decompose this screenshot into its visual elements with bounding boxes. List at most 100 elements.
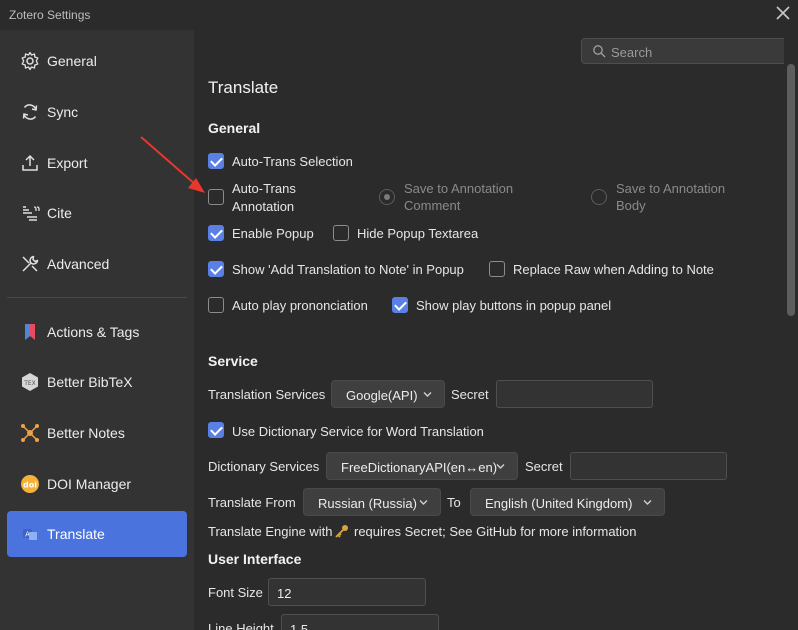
- dict-secret-label: Secret: [525, 459, 563, 474]
- chevron-down-icon: [423, 392, 432, 397]
- save-comment-label-line1: Save to Annotation: [404, 181, 514, 196]
- chevron-down-icon: [496, 464, 505, 469]
- dictionary-services-select[interactable]: FreeDictionaryAPI(en↔en): [326, 452, 518, 480]
- sidebar-item-label: Export: [47, 155, 88, 171]
- sidebar-item-general[interactable]: General: [7, 38, 187, 84]
- sidebar-item-translate[interactable]: A Translate: [7, 511, 187, 557]
- use-dictionary-checkbox[interactable]: [208, 422, 224, 438]
- save-comment-label-line2: Comment: [404, 198, 461, 213]
- key-icon: [335, 525, 348, 538]
- save-body-label-line1: Save to Annotation: [616, 181, 726, 196]
- export-icon: [22, 154, 38, 171]
- auto-trans-annotation-label-line1: Auto-Trans: [232, 181, 296, 196]
- engine-note-part2: requires Secret; See GitHub for more inf…: [354, 524, 637, 539]
- sidebar-item-label: Translate: [47, 526, 105, 542]
- font-size-input[interactable]: 12: [268, 578, 426, 606]
- window-title: Zotero Settings: [9, 8, 91, 22]
- translation-services-label: Translation Services: [208, 387, 326, 402]
- cite-icon: [23, 206, 40, 221]
- gear-icon: [21, 51, 39, 71]
- font-size-label: Font Size: [208, 585, 263, 600]
- sidebar-item-label: Better Notes: [47, 425, 125, 441]
- dictionary-services-label: Dictionary Services: [208, 459, 320, 474]
- sidebar-item-cite[interactable]: Cite: [7, 190, 187, 236]
- auto-trans-selection-label: Auto-Trans Selection: [232, 154, 353, 169]
- replace-raw-checkbox[interactable]: [489, 261, 505, 277]
- title-bar: Zotero Settings: [0, 0, 798, 30]
- dictionary-services-value: FreeDictionaryAPI(en↔en): [341, 460, 498, 475]
- sidebar-item-label: Better BibTeX: [47, 374, 133, 390]
- font-size-value: 12: [277, 586, 292, 601]
- scrollbar-thumb[interactable]: [787, 64, 795, 316]
- svg-text:doi: doi: [23, 481, 37, 490]
- sidebar-item-export[interactable]: Export: [7, 140, 187, 186]
- search-input[interactable]: Search: [581, 38, 789, 64]
- show-play-buttons-label: Show play buttons in popup panel: [416, 298, 612, 313]
- wrench-icon: [22, 255, 39, 272]
- translate-from-value: Russian (Russia): [318, 496, 417, 511]
- sync-icon: [22, 104, 38, 120]
- replace-raw-label: Replace Raw when Adding to Note: [513, 262, 714, 277]
- section-heading-service: Service: [208, 353, 258, 369]
- sidebar-item-label: Actions & Tags: [47, 324, 140, 340]
- bibtex-icon: TEX: [22, 373, 38, 391]
- close-icon[interactable]: [774, 4, 792, 22]
- line-height-input[interactable]: 1.5: [281, 614, 439, 630]
- search-icon: [593, 45, 606, 58]
- show-add-translation-label: Show 'Add Translation to Note' in Popup: [232, 262, 464, 277]
- translation-services-select[interactable]: Google(API): [331, 380, 445, 408]
- sidebar-item-label: Advanced: [47, 256, 110, 272]
- sidebar-item-better-bibtex[interactable]: TEX Better BibTeX: [7, 359, 187, 405]
- sidebar-item-better-notes[interactable]: Better Notes: [7, 410, 187, 456]
- chevron-down-icon: [419, 500, 428, 505]
- sidebar-item-sync[interactable]: Sync: [7, 89, 187, 135]
- show-play-buttons-checkbox[interactable]: [392, 297, 408, 313]
- translate-to-value: English (United Kingdom): [485, 496, 633, 511]
- sidebar-item-label: Cite: [47, 205, 72, 221]
- save-body-radio[interactable]: [591, 189, 607, 205]
- auto-trans-annotation-label-line2: Annotation: [232, 199, 295, 214]
- sidebar-item-actions-tags[interactable]: Actions & Tags: [7, 309, 187, 355]
- secret-input[interactable]: [496, 380, 653, 408]
- enable-popup-checkbox[interactable]: [208, 225, 224, 241]
- line-height-label: Line Height: [208, 621, 274, 630]
- sidebar-divider: [7, 297, 187, 298]
- auto-play-checkbox[interactable]: [208, 297, 224, 313]
- enable-popup-label: Enable Popup: [232, 226, 314, 241]
- save-comment-radio[interactable]: [379, 189, 395, 205]
- section-heading-user-interface: User Interface: [208, 551, 302, 567]
- line-height-value: 1.5: [290, 622, 309, 630]
- section-heading-general: General: [208, 120, 261, 136]
- sidebar-item-label: Sync: [47, 104, 79, 120]
- sidebar: General Sync Export Cite Advanced Action…: [0, 30, 194, 630]
- scrollbar[interactable]: [784, 30, 798, 630]
- auto-trans-annotation-checkbox[interactable]: [208, 189, 224, 205]
- doi-icon: doi: [21, 475, 39, 493]
- chevron-down-icon: [643, 500, 652, 505]
- settings-pane: Search Translate General Auto-Trans Sele…: [194, 30, 789, 630]
- sidebar-item-doi-manager[interactable]: doi DOI Manager: [7, 461, 187, 507]
- svg-text:TEX: TEX: [23, 380, 36, 387]
- dict-secret-input[interactable]: [570, 452, 727, 480]
- use-dictionary-label: Use Dictionary Service for Word Translat…: [232, 424, 484, 439]
- show-add-translation-checkbox[interactable]: [208, 261, 224, 277]
- sidebar-item-advanced[interactable]: Advanced: [7, 241, 187, 287]
- to-label: To: [447, 495, 461, 510]
- translation-services-value: Google(API): [346, 388, 418, 403]
- save-body-label-line2: Body: [616, 198, 646, 213]
- auto-trans-selection-checkbox[interactable]: [208, 153, 224, 169]
- hide-popup-textarea-checkbox[interactable]: [333, 225, 349, 241]
- translate-from-select[interactable]: Russian (Russia): [303, 488, 441, 516]
- translate-from-label: Translate From: [208, 495, 296, 510]
- translate-to-select[interactable]: English (United Kingdom): [470, 488, 665, 516]
- network-icon: [21, 424, 39, 442]
- translate-icon: A: [23, 529, 37, 540]
- engine-note-part1: Translate Engine with: [208, 524, 333, 539]
- auto-play-label: Auto play prononciation: [232, 298, 368, 313]
- hide-popup-textarea-label: Hide Popup Textarea: [357, 226, 479, 241]
- sidebar-item-label: General: [47, 53, 97, 69]
- page-title: Translate: [208, 78, 279, 97]
- secret-label: Secret: [451, 387, 489, 402]
- sidebar-item-label: DOI Manager: [47, 476, 132, 492]
- search-placeholder: Search: [611, 45, 653, 60]
